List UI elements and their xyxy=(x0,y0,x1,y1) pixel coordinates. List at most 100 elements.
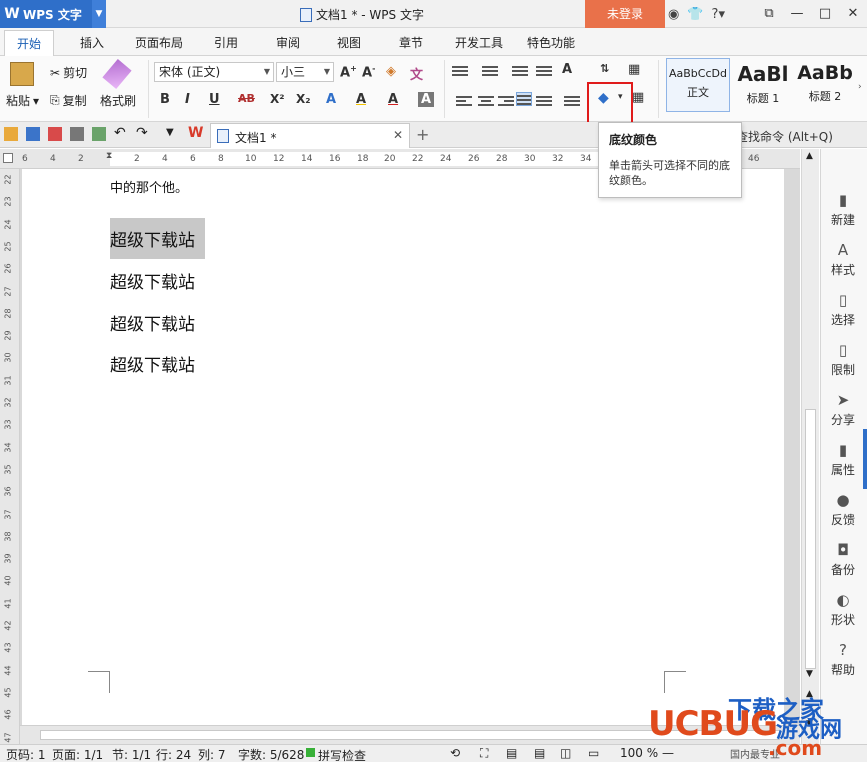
highlight-button[interactable]: A xyxy=(356,92,366,107)
vertical-scroll-thumb[interactable] xyxy=(805,409,816,669)
side-item-help[interactable]: ? 帮助 xyxy=(821,641,865,678)
scroll-down-icon[interactable]: ▼ xyxy=(806,669,813,679)
skin-icon[interactable]: ◉ xyxy=(668,7,679,22)
borders-icon[interactable]: ▦ xyxy=(632,90,644,105)
tab-developer[interactable]: 开发工具 xyxy=(455,34,503,51)
redo-icon[interactable]: ↷ xyxy=(136,125,148,141)
style-heading-2[interactable]: AaBb 标题 2 xyxy=(794,58,856,112)
style-heading-1[interactable]: AaBl 标题 1 xyxy=(732,58,794,112)
track-icon[interactable]: ⟲ xyxy=(450,746,460,760)
tab-page-layout[interactable]: 页面布局 xyxy=(135,34,183,51)
view-web-icon[interactable]: ◫ xyxy=(560,746,571,760)
chevron-down-icon[interactable]: ▼ xyxy=(92,0,106,28)
document-page[interactable]: 中的那个他。 超级下载站 超级下载站 超级下载站 超级下载站 xyxy=(22,169,784,725)
font-color-button[interactable]: A xyxy=(388,92,398,107)
copy-button[interactable]: ⎘ 复制 xyxy=(50,92,87,109)
subscript-button[interactable]: X₂ xyxy=(296,92,311,106)
view-outline-icon[interactable]: ▤ xyxy=(534,746,545,760)
font-size-select[interactable]: 小三 ▼ xyxy=(276,62,334,82)
shrink-font-icon[interactable]: A- xyxy=(362,64,375,80)
font-name-select[interactable]: 宋体 (正文) ▼ xyxy=(154,62,274,82)
maximize-icon[interactable]: □ xyxy=(811,0,839,28)
side-item-select[interactable]: ▯ 选择 xyxy=(821,291,865,328)
text-effect-button[interactable]: A xyxy=(326,92,336,107)
status-word-count[interactable]: 字数: 5/628 xyxy=(238,746,304,762)
side-item-feedback[interactable]: ● 反馈 xyxy=(821,491,865,528)
numbering-icon[interactable] xyxy=(482,64,498,78)
tab-features[interactable]: 特色功能 xyxy=(527,34,575,51)
distribute-icon[interactable] xyxy=(536,94,552,108)
align-right-icon[interactable] xyxy=(498,94,514,108)
scroll-up-icon[interactable]: ▲ xyxy=(806,151,813,161)
fullscreen-icon[interactable]: ⛶ xyxy=(480,746,488,761)
justify-icon[interactable] xyxy=(516,92,532,106)
side-item-share[interactable]: ➤ 分享 xyxy=(821,391,865,428)
search-command[interactable]: 查找命令 (Alt+Q) xyxy=(736,128,833,145)
superscript-button[interactable]: X² xyxy=(270,92,285,106)
align-left-icon[interactable] xyxy=(456,94,472,108)
underline-button[interactable]: U xyxy=(209,92,220,107)
paragraph[interactable]: 超级下载站 xyxy=(110,268,195,293)
grow-font-icon[interactable]: A+ xyxy=(340,64,357,80)
side-item-new[interactable]: ▮ 新建 xyxy=(821,191,865,228)
paragraph[interactable]: 超级下载站 xyxy=(110,310,195,335)
increase-indent-icon[interactable] xyxy=(536,64,552,78)
spell-check-toggle[interactable]: 拼写检查 xyxy=(306,746,366,762)
side-item-restrict[interactable]: ▯ 限制 xyxy=(821,341,865,378)
char-scale-icon[interactable]: A xyxy=(562,62,572,77)
bold-button[interactable]: B xyxy=(160,92,170,107)
close-icon[interactable]: ✕ xyxy=(839,0,867,28)
new-tab-icon[interactable]: + xyxy=(416,125,429,144)
style-normal[interactable]: AaBbCcDd 正文 xyxy=(666,58,730,112)
tab-review[interactable]: 审阅 xyxy=(276,34,300,51)
decrease-indent-icon[interactable] xyxy=(512,64,528,78)
vertical-ruler[interactable]: 22 23 24 25 26 27 28 29 30 31 32 33 34 35 36 37 38 39 40 41… xyxy=(0,169,20,744)
styles-more-icon[interactable]: › xyxy=(858,82,862,92)
line-spacing-icon[interactable] xyxy=(564,94,580,108)
format-painter-icon[interactable] xyxy=(102,59,132,89)
strikethrough-button[interactable]: AB xyxy=(238,92,255,105)
char-shading-icon[interactable]: A xyxy=(418,92,435,107)
export-pdf-icon[interactable] xyxy=(48,127,62,141)
bullets-icon[interactable] xyxy=(452,64,468,78)
indent-marker-icon[interactable]: ⧗ xyxy=(106,151,112,161)
phonetic-icon[interactable]: 文 xyxy=(410,64,423,83)
tab-view[interactable]: 视图 xyxy=(337,34,361,51)
close-tab-icon[interactable]: ✕ xyxy=(393,128,403,142)
side-item-shape[interactable]: ◐ 形状 xyxy=(821,591,865,628)
clear-format-icon[interactable]: ◈ xyxy=(386,64,396,79)
tab-stop-icon[interactable] xyxy=(3,153,13,163)
help-icon[interactable]: ?▾ xyxy=(712,7,725,22)
tab-chapter[interactable]: 章节 xyxy=(399,34,423,51)
view-page-icon[interactable]: ▤ xyxy=(506,746,517,760)
side-item-style[interactable]: A 样式 xyxy=(821,241,865,278)
tab-home[interactable]: 开始 xyxy=(4,30,55,57)
undo-icon[interactable]: ↶ xyxy=(114,125,126,141)
italic-button[interactable]: I xyxy=(185,92,190,107)
open-icon[interactable] xyxy=(4,127,18,141)
sort-icon[interactable]: ⇅ xyxy=(600,62,609,75)
view-read-icon[interactable]: ▭ xyxy=(588,746,599,760)
tab-insert[interactable]: 插入 xyxy=(80,34,104,51)
print-icon[interactable] xyxy=(70,127,84,141)
customize-dropdown-icon[interactable]: ▼ xyxy=(166,127,174,138)
restore-layout-icon[interactable]: ⧉ xyxy=(755,0,783,28)
side-item-properties[interactable]: ▮ 属性 xyxy=(821,441,865,478)
document-tab[interactable]: 文档1 * ✕ xyxy=(210,123,410,148)
paste-button[interactable]: 粘贴 ▾ xyxy=(6,92,39,109)
paragraph[interactable]: 中的那个他。 xyxy=(110,177,188,196)
tab-references[interactable]: 引用 xyxy=(214,34,238,51)
align-center-icon[interactable] xyxy=(478,94,494,108)
paragraph-selected[interactable]: 超级下载站 xyxy=(110,218,205,259)
paragraph[interactable]: 超级下载站 xyxy=(110,351,195,376)
cut-button[interactable]: ✂ 剪切 xyxy=(50,64,87,81)
status-page-number[interactable]: 页码: 1 xyxy=(6,746,46,762)
wps-w-icon[interactable]: W xyxy=(188,125,203,141)
vertical-scrollbar[interactable]: ▲ ▼ ▲ ▼ xyxy=(801,149,819,744)
table-icon[interactable]: ▦ xyxy=(628,62,640,77)
format-painter-button[interactable]: 格式刷 xyxy=(100,92,136,109)
side-panel-toggle[interactable] xyxy=(863,429,867,489)
paste-icon[interactable] xyxy=(10,62,34,86)
print-preview-icon[interactable] xyxy=(92,127,106,141)
app-menu-button[interactable]: W WPS 文字 ▼ xyxy=(0,0,106,28)
